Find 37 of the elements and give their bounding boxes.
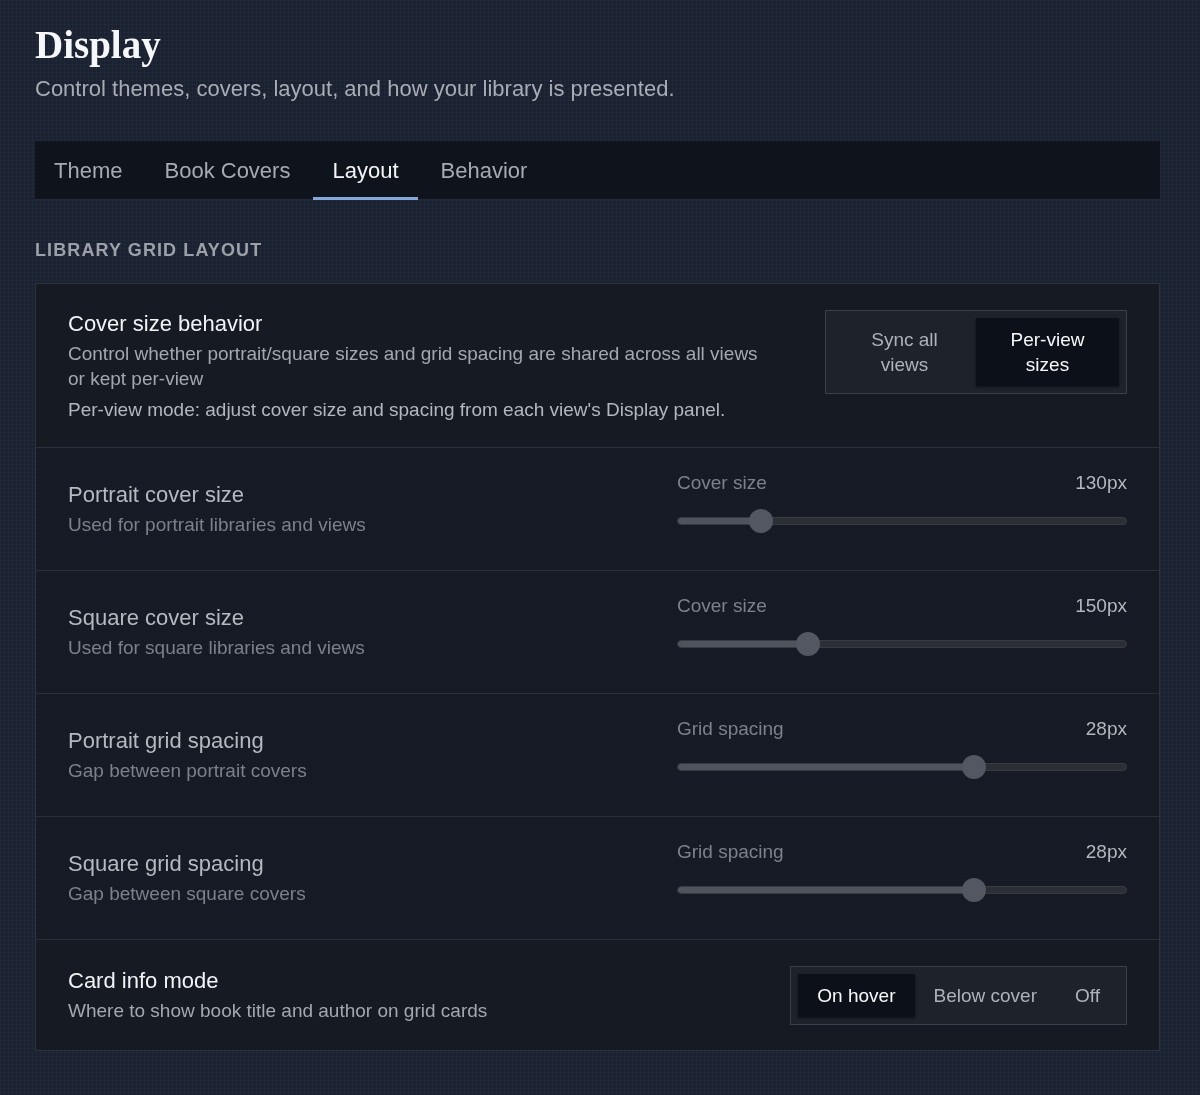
setting-title: Cover size behavior: [68, 310, 264, 338]
slider-value: 28px: [1085, 717, 1127, 741]
setting-note: Per-view mode: adjust cover size and spacing from each view's Display panel.: [68, 398, 727, 422]
slider-label: Grid spacing: [677, 717, 784, 741]
page-subtitle: Control themes, covers, layout, and how your library is presented.: [35, 76, 675, 102]
setting-description: Where to show book title and author on grid cards: [68, 999, 489, 1023]
setting-description: Gap between portrait covers: [68, 759, 308, 783]
slider-value: 150px: [1075, 594, 1127, 618]
segment-button[interactable]: Below cover: [914, 973, 1056, 1017]
slider-track[interactable]: [677, 509, 1127, 533]
section-heading: LIBRARY GRID LAYOUT: [35, 240, 263, 260]
slider-label: Cover size: [677, 594, 767, 618]
setting-description: Control whether portrait/square sizes and grid spacing are shared across all views or kept per-view: [68, 342, 759, 391]
slider-label: Cover size: [677, 471, 767, 495]
tab[interactable]: Behavior: [421, 141, 547, 200]
setting-title: Portrait cover size: [68, 481, 246, 509]
setting-title: Square cover size: [68, 604, 246, 632]
tab[interactable]: Layout: [313, 141, 418, 200]
segment-button[interactable]: Sync all views: [833, 318, 976, 386]
setting-title: Square grid spacing: [68, 850, 265, 878]
slider-track[interactable]: [677, 878, 1127, 902]
setting-description: Used for square libraries and views: [68, 636, 366, 660]
tab[interactable]: Theme: [35, 141, 142, 200]
tab[interactable]: Book Covers: [145, 141, 310, 200]
slider-track[interactable]: [677, 755, 1127, 779]
segment-button[interactable]: On hover: [798, 973, 915, 1017]
setting-title: Card info mode: [68, 967, 220, 995]
page-title: Display: [35, 22, 161, 68]
setting-title: Portrait grid spacing: [68, 727, 265, 755]
setting-description: Used for portrait libraries and views: [68, 513, 367, 537]
slider-label: Grid spacing: [677, 840, 784, 864]
slider-track[interactable]: [677, 632, 1127, 656]
setting-description: Gap between square covers: [68, 882, 307, 906]
segment-button[interactable]: Per-view sizes: [976, 318, 1119, 386]
slider-value: 130px: [1075, 471, 1127, 495]
segment-button[interactable]: Off: [1056, 973, 1119, 1017]
slider-value: 28px: [1085, 840, 1127, 864]
